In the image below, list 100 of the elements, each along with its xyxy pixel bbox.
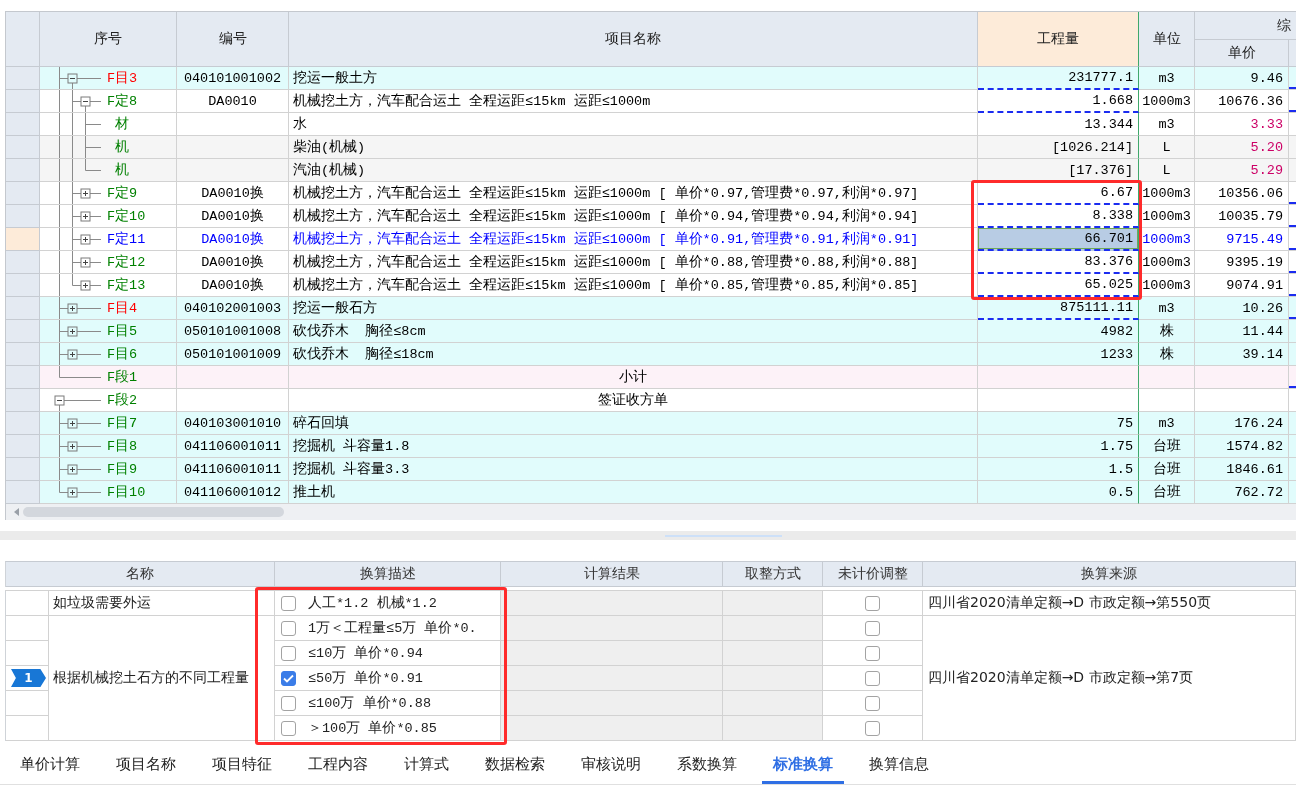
- tree-node-label[interactable]: F定13: [107, 276, 146, 294]
- table-cell[interactable]: 65.025: [978, 274, 1139, 297]
- column-header[interactable]: 项目名称: [289, 12, 978, 67]
- column-header[interactable]: 序号: [40, 12, 177, 67]
- table-cell[interactable]: 66.701: [978, 228, 1139, 251]
- scrollbar-thumb[interactable]: [23, 507, 284, 517]
- tree-node-label[interactable]: F目4: [107, 299, 138, 317]
- checkbox[interactable]: [865, 670, 880, 686]
- tab[interactable]: 工程内容: [297, 747, 379, 784]
- table-cell[interactable]: 6.67: [978, 182, 1139, 205]
- expand-icon[interactable]: [80, 280, 91, 291]
- row-header[interactable]: [6, 205, 40, 228]
- tab[interactable]: 计算式: [393, 747, 460, 784]
- collapse-icon[interactable]: [54, 395, 65, 406]
- checkbox[interactable]: [281, 720, 296, 736]
- expand-icon[interactable]: [67, 303, 78, 314]
- tree-node-label[interactable]: F段1: [107, 368, 138, 386]
- expand-icon[interactable]: [67, 326, 78, 337]
- tab[interactable]: 系数换算: [666, 747, 748, 784]
- row-header[interactable]: [6, 159, 40, 182]
- row-header[interactable]: [6, 616, 49, 641]
- row-header[interactable]: [6, 182, 40, 205]
- horizontal-scrollbar[interactable]: [6, 504, 1296, 520]
- table-cell[interactable]: 231777.1: [978, 67, 1139, 90]
- checkbox[interactable]: [281, 670, 296, 686]
- table-cell[interactable]: [978, 389, 1139, 412]
- table-cell[interactable]: [17.376]: [978, 159, 1139, 182]
- row-header[interactable]: [6, 90, 40, 113]
- column-header[interactable]: 名称: [6, 562, 275, 587]
- row-header[interactable]: [6, 458, 40, 481]
- table-cell[interactable]: 1.668: [978, 90, 1139, 113]
- row-header[interactable]: [6, 641, 49, 666]
- tab[interactable]: 数据检索: [474, 747, 556, 784]
- row-header[interactable]: [6, 366, 40, 389]
- tree-node-label[interactable]: F定11: [107, 230, 146, 248]
- row-header[interactable]: [6, 435, 40, 458]
- tree-node-label[interactable]: F定10: [107, 207, 146, 225]
- checkbox[interactable]: [865, 595, 880, 611]
- table-cell[interactable]: 4982: [978, 320, 1139, 343]
- row-header[interactable]: [6, 320, 40, 343]
- column-header[interactable]: 工程量: [978, 12, 1139, 67]
- checkbox[interactable]: [281, 595, 296, 611]
- table-cell[interactable]: 0.5: [978, 481, 1139, 504]
- expand-icon[interactable]: [67, 487, 78, 498]
- table-cell[interactable]: 1233: [978, 343, 1139, 366]
- row-header[interactable]: [6, 343, 40, 366]
- collapse-icon[interactable]: [67, 73, 78, 84]
- row-header[interactable]: [6, 691, 49, 716]
- expand-icon[interactable]: [80, 188, 91, 199]
- expand-icon[interactable]: [80, 234, 91, 245]
- checkbox[interactable]: [281, 695, 296, 711]
- expand-icon[interactable]: [67, 349, 78, 360]
- column-header[interactable]: 换算描述: [275, 562, 501, 587]
- row-header[interactable]: [6, 274, 40, 297]
- tab[interactable]: 项目名称: [105, 747, 187, 784]
- row-header[interactable]: [6, 481, 40, 504]
- tree-node-label[interactable]: 材: [115, 115, 129, 133]
- column-header[interactable]: 未计价调整: [823, 562, 923, 587]
- tree-node-label[interactable]: F定9: [107, 184, 138, 202]
- checkbox[interactable]: [865, 720, 880, 736]
- row-header[interactable]: [6, 297, 40, 320]
- row-header[interactable]: [6, 113, 40, 136]
- column-header[interactable]: 单位: [1139, 12, 1195, 67]
- tree-node-label[interactable]: F定8: [107, 92, 138, 110]
- tree-node-label[interactable]: F目8: [107, 437, 138, 455]
- tab[interactable]: 项目特征: [201, 747, 283, 784]
- tree-node-label[interactable]: F定12: [107, 253, 146, 271]
- tab[interactable]: 审核说明: [570, 747, 652, 784]
- checkbox[interactable]: [281, 620, 296, 636]
- tree-node-label[interactable]: 机: [115, 161, 129, 179]
- row-header[interactable]: [6, 412, 40, 435]
- row-header[interactable]: [6, 716, 49, 741]
- table-cell[interactable]: 83.376: [978, 251, 1139, 274]
- table-cell[interactable]: 13.344: [978, 113, 1139, 136]
- row-header[interactable]: [6, 228, 40, 251]
- tree-node-label[interactable]: F目10: [107, 483, 146, 501]
- column-header[interactable]: [1289, 40, 1296, 67]
- table-cell[interactable]: [1026.214]: [978, 136, 1139, 159]
- tree-node-label[interactable]: F目5: [107, 322, 138, 340]
- expand-icon[interactable]: [80, 257, 91, 268]
- column-header[interactable]: 换算来源: [923, 562, 1296, 587]
- table-cell[interactable]: 8.338: [978, 205, 1139, 228]
- tab[interactable]: 换算信息: [858, 747, 940, 784]
- expand-icon[interactable]: [80, 211, 91, 222]
- tree-node-label[interactable]: F段2: [107, 391, 138, 409]
- pane-splitter[interactable]: [0, 531, 1296, 540]
- tab[interactable]: 标准换算: [762, 747, 844, 784]
- tree-node-label[interactable]: F目6: [107, 345, 138, 363]
- checkbox[interactable]: [865, 645, 880, 661]
- row-header[interactable]: [6, 136, 40, 159]
- checkbox[interactable]: [865, 695, 880, 711]
- table-cell[interactable]: 75: [978, 412, 1139, 435]
- table-cell[interactable]: 1.5: [978, 458, 1139, 481]
- column-header[interactable]: 单价: [1195, 40, 1289, 67]
- scroll-left-icon[interactable]: [14, 508, 19, 516]
- tree-node-label[interactable]: 机: [115, 138, 129, 156]
- table-cell[interactable]: [978, 366, 1139, 389]
- expand-icon[interactable]: [67, 441, 78, 452]
- tree-node-label[interactable]: F目3: [107, 69, 138, 87]
- tree-node-label[interactable]: F目9: [107, 460, 138, 478]
